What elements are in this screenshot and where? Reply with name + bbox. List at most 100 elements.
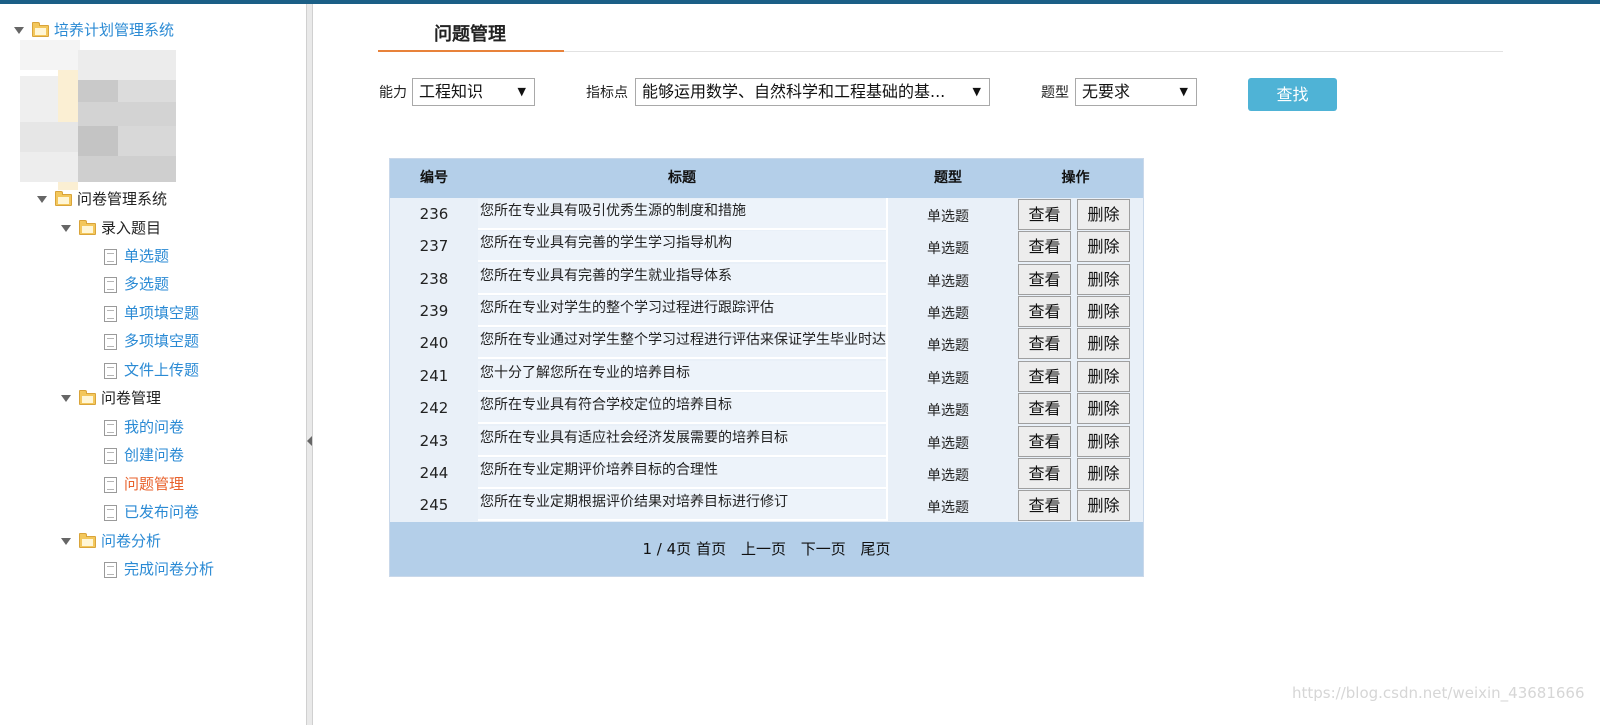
indicator-label: 指标点 [586,85,628,101]
question-title: 您所在专业具有适应社会经济发展需要的培养目标 [480,430,788,446]
question-id: 245 [419,496,449,514]
type-select[interactable]: 无要求 ▼ [1075,78,1197,106]
tree-item-published-surveys[interactable]: 已发布问卷 [104,500,199,524]
delete-button[interactable]: 删除 [1077,458,1130,489]
question-id: 244 [419,464,449,482]
folder-icon [79,219,96,235]
delete-button[interactable]: 删除 [1077,199,1130,230]
column-header-actions: 操作 [1061,170,1090,186]
document-icon [104,333,117,350]
tree-item-label[interactable]: 问题管理 [124,475,184,493]
view-button[interactable]: 查看 [1018,328,1071,359]
collapse-arrow-icon[interactable] [307,436,312,446]
tree-item-label[interactable]: 完成问卷分析 [124,560,214,578]
tree-item-single-blank[interactable]: 单项填空题 [104,301,199,325]
dropdown-arrow-icon: ▼ [517,85,526,98]
last-page-link[interactable]: 尾页 [861,540,891,558]
delete-button[interactable]: 删除 [1077,264,1130,295]
tree-item-label[interactable]: 多选题 [124,275,169,293]
question-title-cell: 您所在专业通过对学生整个学习过程进行评估来保证学生毕业时达到毕业要求 [478,328,886,359]
ability-select[interactable]: 工程知识 ▼ [412,78,535,106]
question-title: 您所在专业具有完善的学生学习指导机构 [480,235,732,251]
view-button[interactable]: 查看 [1018,490,1071,521]
tree-item-label[interactable]: 多项填空题 [124,332,199,350]
question-title-cell: 您所在专业具有符合学校定位的培养目标 [478,393,886,424]
table-row: 245 您所在专业定期根据评价结果对培养目标进行修订 单选题 查看 删除 [390,490,1143,522]
first-page-link[interactable]: 首页 [696,540,726,558]
question-type: 单选题 [927,500,969,516]
title-accent-bar [378,50,564,52]
tree-item-label[interactable]: 我的问卷 [124,418,184,436]
delete-button[interactable]: 删除 [1077,393,1130,424]
delete-button[interactable]: 删除 [1077,490,1130,521]
tree-group-label[interactable]: 问卷管理 [101,389,161,407]
view-button[interactable]: 查看 [1018,264,1071,295]
question-id: 240 [419,334,449,352]
tree-item-label[interactable]: 单选题 [124,247,169,265]
question-title-cell: 您所在专业具有完善的学生就业指导体系 [478,264,886,295]
table-row: 237 您所在专业具有完善的学生学习指导机构 单选题 查看 删除 [390,231,1143,263]
delete-button[interactable]: 删除 [1077,361,1130,392]
tree-item-single-choice[interactable]: 单选题 [104,244,169,268]
view-button[interactable]: 查看 [1018,231,1071,262]
tree-item-label[interactable]: 创建问卷 [124,446,184,464]
expand-arrow-icon[interactable] [61,395,71,402]
delete-button[interactable]: 删除 [1077,328,1130,359]
question-title-cell: 您所在专业定期根据评价结果对培养目标进行修订 [478,490,886,521]
tree-item-my-surveys[interactable]: 我的问卷 [104,415,184,439]
view-button[interactable]: 查看 [1018,458,1071,489]
question-title-cell: 您所在专业具有吸引优秀生源的制度和措施 [478,199,886,230]
pagination: 1 / 4页 首页 上一页 下一页 尾页 [390,522,1143,576]
view-button[interactable]: 查看 [1018,361,1071,392]
view-button[interactable]: 查看 [1018,393,1071,424]
question-type: 单选题 [927,274,969,290]
column-header-type: 题型 [934,170,962,186]
prev-page-link[interactable]: 上一页 [741,540,786,558]
tree-node-label[interactable]: 问卷管理系统 [77,190,167,208]
tree-item-create-survey[interactable]: 创建问卷 [104,443,184,467]
expand-arrow-icon[interactable] [37,196,47,203]
search-button[interactable]: 查找 [1248,78,1337,111]
tree-item-label[interactable]: 单项填空题 [124,304,199,322]
tree-group-label[interactable]: 问卷分析 [101,532,161,550]
expand-arrow-icon[interactable] [61,538,71,545]
column-header-id: 编号 [420,170,448,186]
expand-arrow-icon[interactable] [61,225,71,232]
question-id: 237 [419,237,449,255]
document-icon [104,248,117,265]
tree-item-multiple-choice[interactable]: 多选题 [104,272,169,296]
question-title: 您所在专业定期根据评价结果对培养目标进行修订 [480,494,788,510]
question-id: 241 [419,367,449,385]
tree-group-survey-analysis[interactable]: 问卷分析 [61,529,161,553]
delete-button[interactable]: 删除 [1077,426,1130,457]
view-button[interactable]: 查看 [1018,199,1071,230]
tree-group-label[interactable]: 录入题目 [101,219,161,237]
tree-item-question-management[interactable]: 问题管理 [104,472,184,496]
sidebar-tree: 培养计划管理系统 问卷管理系统 录入题目 单选题 多选题 单项填空题 多项填空题… [0,4,306,725]
tree-item-file-upload[interactable]: 文件上传题 [104,358,199,382]
type-label: 题型 [1041,85,1069,101]
table-row: 242 您所在专业具有符合学校定位的培养目标 单选题 查看 删除 [390,393,1143,425]
view-button[interactable]: 查看 [1018,296,1071,327]
question-title: 您所在专业具有符合学校定位的培养目标 [480,397,732,413]
tree-node-survey-system[interactable]: 问卷管理系统 [37,187,167,211]
document-icon [104,476,117,493]
question-type: 单选题 [927,371,969,387]
tree-group-survey-management[interactable]: 问卷管理 [61,386,161,410]
tree-item-analysis[interactable]: 完成问卷分析 [104,557,214,581]
question-title-cell: 您所在专业具有适应社会经济发展需要的培养目标 [478,426,886,457]
indicator-select[interactable]: 能够运用数学、自然科学和工程基础的基... ▼ [635,78,990,106]
sidebar-splitter[interactable] [306,4,313,725]
page-info: 1 / 4页 [642,540,692,558]
question-type: 单选题 [927,209,969,225]
tree-item-label[interactable]: 已发布问卷 [124,503,199,521]
delete-button[interactable]: 删除 [1077,231,1130,262]
tree-item-label[interactable]: 文件上传题 [124,361,199,379]
question-title: 您所在专业定期评价培养目标的合理性 [480,462,718,478]
next-page-link[interactable]: 下一页 [801,540,846,558]
tree-item-multi-blank[interactable]: 多项填空题 [104,329,199,353]
view-button[interactable]: 查看 [1018,426,1071,457]
question-title-cell: 您所在专业定期评价培养目标的合理性 [478,458,886,489]
delete-button[interactable]: 删除 [1077,296,1130,327]
tree-group-enter-questions[interactable]: 录入题目 [61,216,161,240]
